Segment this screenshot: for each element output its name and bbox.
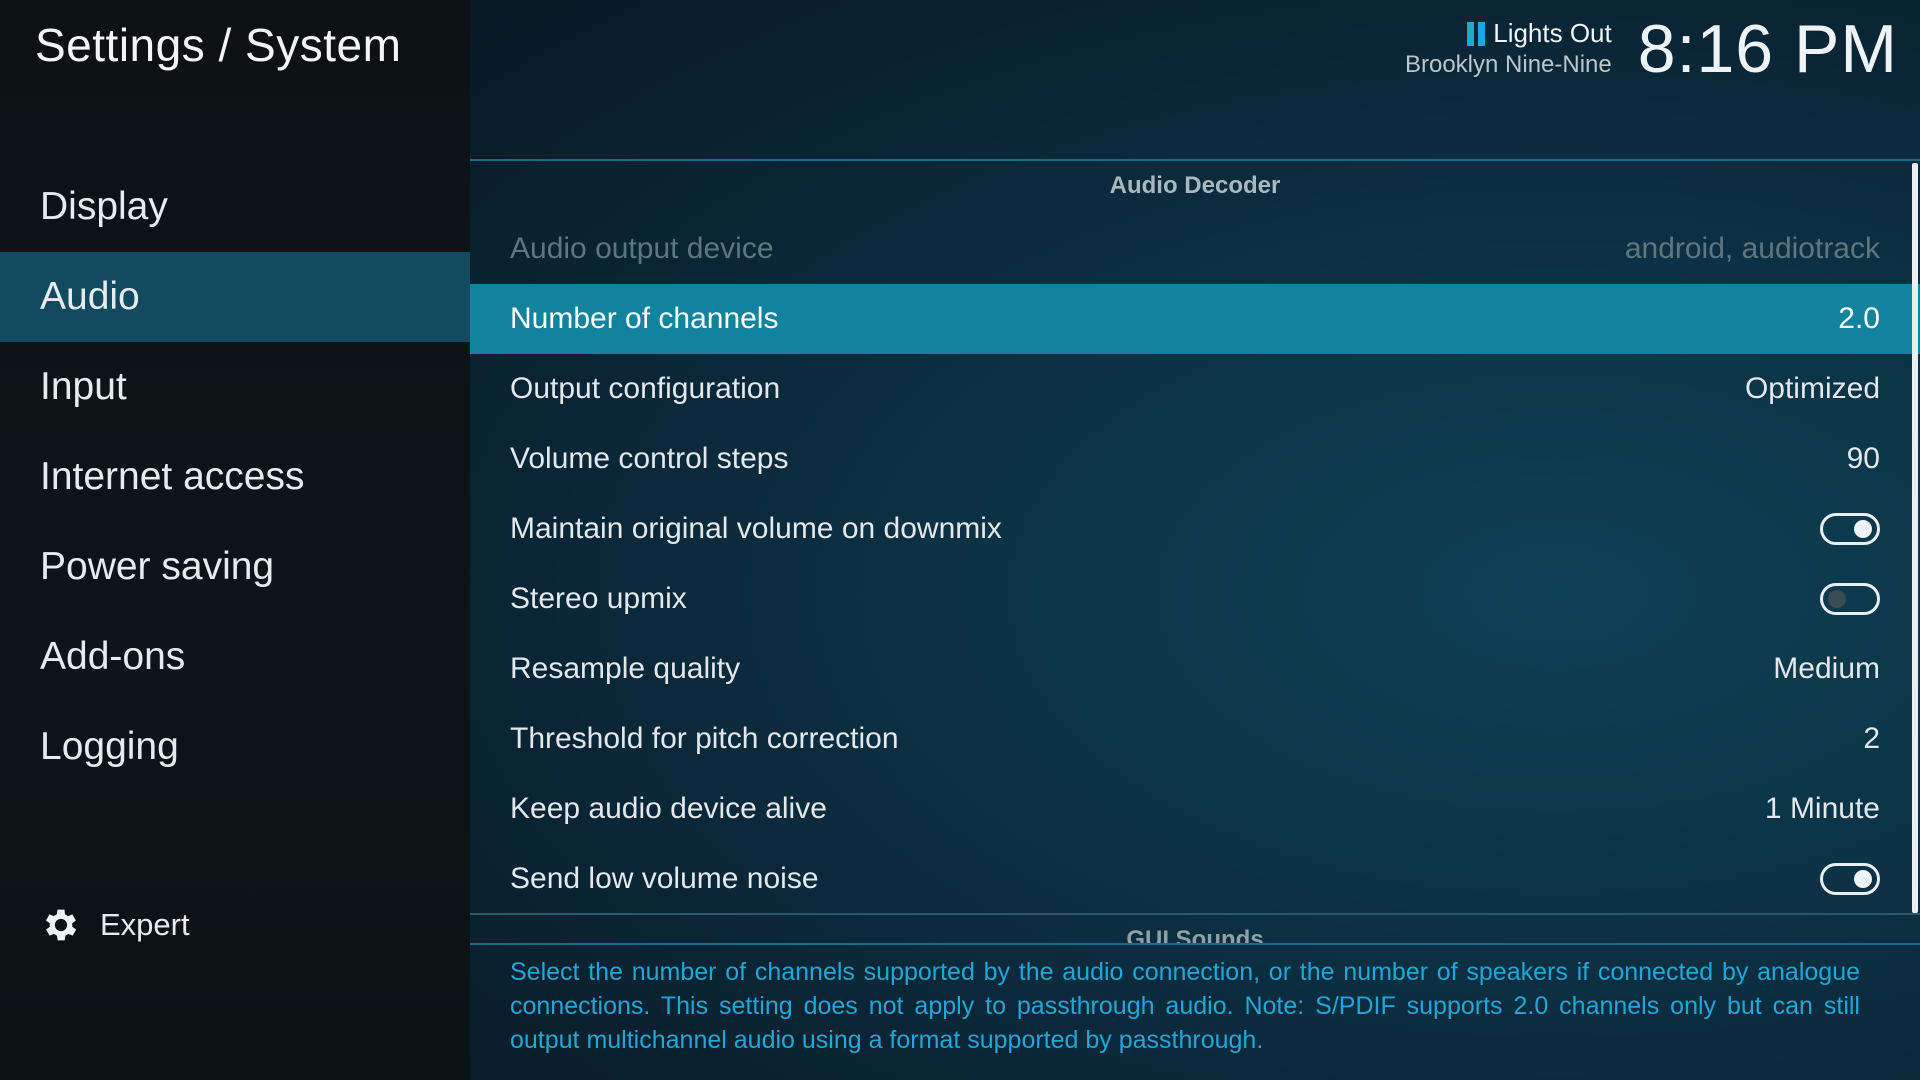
setting-value: 2.0 xyxy=(1838,302,1880,335)
setting-send-low-volume-noise[interactable]: Send low volume noise xyxy=(470,844,1920,914)
setting-label: Output configuration xyxy=(510,372,781,405)
setting-value: android, audiotrack xyxy=(1624,232,1880,265)
setting-keep-audio-alive[interactable]: Keep audio device alive 1 Minute xyxy=(470,774,1920,844)
setting-maintain-original-volume[interactable]: Maintain original volume on downmix xyxy=(470,494,1920,564)
toggle-switch-on[interactable] xyxy=(1820,863,1880,895)
setting-audio-output-device[interactable]: Audio output device android, audiotrack xyxy=(470,214,1920,284)
setting-value: 90 xyxy=(1846,442,1880,475)
divider xyxy=(470,913,1920,915)
sidebar-item-display[interactable]: Display xyxy=(0,162,470,252)
setting-label: Stereo upmix xyxy=(510,582,687,615)
gear-icon xyxy=(45,909,77,941)
sidebar-item-power-saving[interactable]: Power saving xyxy=(0,522,470,612)
now-playing-show: Brooklyn Nine-Nine xyxy=(1404,51,1612,78)
toggle-switch-off[interactable] xyxy=(1820,583,1880,615)
scrollbar[interactable] xyxy=(1912,163,1918,913)
setting-description: Select the number of channels supported … xyxy=(510,958,1860,1054)
expert-level-button[interactable]: Expert xyxy=(40,900,190,950)
setting-label: Maintain original volume on downmix xyxy=(510,512,1002,545)
setting-number-of-channels[interactable]: Number of channels 2.0 xyxy=(470,284,1920,354)
setting-resample-quality[interactable]: Resample quality Medium xyxy=(470,634,1920,704)
setting-volume-control-steps[interactable]: Volume control steps 90 xyxy=(470,424,1920,494)
setting-label: Audio output device xyxy=(510,232,774,265)
now-playing[interactable]: Lights Out Brooklyn Nine-Nine xyxy=(1405,18,1612,79)
sidebar: Settings / System Display Audio Input In… xyxy=(0,0,470,1080)
sidebar-item-input[interactable]: Input xyxy=(0,342,470,432)
expert-label: Expert xyxy=(100,907,190,942)
next-section-title: GUI Sounds xyxy=(1126,926,1264,944)
section-title: Audio Decoder xyxy=(1109,172,1281,199)
setting-label: Keep audio device alive xyxy=(510,792,827,825)
setting-label: Number of channels xyxy=(510,302,779,335)
setting-label: Threshold for pitch correction xyxy=(510,722,899,755)
setting-label: Send low volume noise xyxy=(510,862,819,895)
setting-output-configuration[interactable]: Output configuration Optimized xyxy=(470,354,1920,424)
divider xyxy=(470,943,1920,945)
clock: 8:16 PM xyxy=(1637,11,1898,87)
toggle-switch-on[interactable] xyxy=(1820,513,1880,545)
sidebar-item-internet-access[interactable]: Internet access xyxy=(0,432,470,522)
setting-label: Volume control steps xyxy=(510,442,789,475)
header-info: Lights Out Brooklyn Nine-Nine 8:16 PM xyxy=(1405,14,1898,94)
sidebar-item-logging[interactable]: Logging xyxy=(0,702,470,792)
setting-value: Medium xyxy=(1773,652,1880,685)
now-playing-title: Lights Out xyxy=(1493,18,1612,48)
sidebar-item-add-ons[interactable]: Add-ons xyxy=(0,612,470,702)
page-title: Settings / System xyxy=(35,19,402,71)
setting-value: 1 Minute xyxy=(1764,792,1880,825)
setting-pitch-threshold[interactable]: Threshold for pitch correction 2 xyxy=(470,704,1920,774)
sidebar-item-audio[interactable]: Audio xyxy=(0,252,470,342)
setting-stereo-upmix[interactable]: Stereo upmix xyxy=(470,564,1920,634)
pause-icon xyxy=(1467,21,1486,46)
divider xyxy=(470,159,1920,161)
setting-value: 2 xyxy=(1863,722,1880,755)
setting-value: Optimized xyxy=(1744,372,1880,405)
setting-label: Resample quality xyxy=(510,652,741,685)
